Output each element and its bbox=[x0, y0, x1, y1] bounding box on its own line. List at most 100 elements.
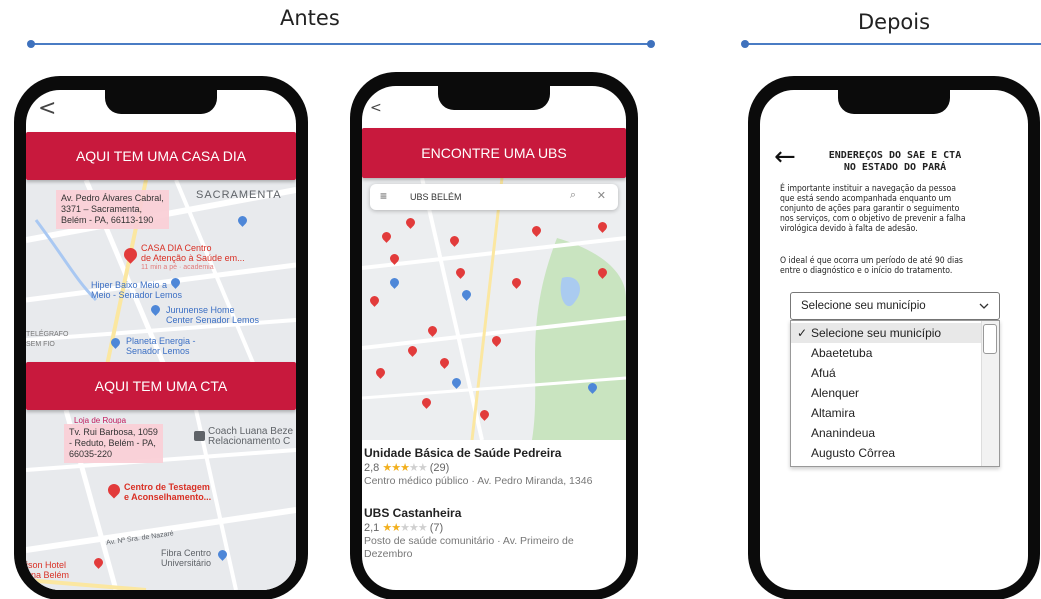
address-line: 3371 – Sacramenta, bbox=[61, 204, 143, 214]
place-label: Fibra Centro Universitário bbox=[161, 548, 211, 568]
page-title-line: ENDEREÇOS DO SAE E CTA bbox=[828, 150, 962, 161]
place-label: ison Hotel ana Belém bbox=[26, 560, 69, 580]
paragraph-line: entre o diagnóstico e o início do tratam… bbox=[780, 266, 953, 276]
place-label-line: Senador Lemos bbox=[126, 346, 190, 356]
dropdown-option[interactable]: Alenquer bbox=[791, 383, 981, 403]
address-callout: Av. Pedro Álvares Cabral, 3371 – Sacrame… bbox=[56, 190, 169, 229]
address-line: Belém - PA, 66113-190 bbox=[61, 215, 154, 225]
star-empty-icon: ★★ bbox=[408, 462, 428, 474]
paragraph-line: que está sendo acompanhada enquanto um bbox=[780, 194, 952, 204]
place-label: Centro de Testagem e Aconselhamento... bbox=[124, 482, 211, 502]
result-title[interactable]: Unidade Básica de Saúde Pedreira bbox=[364, 446, 561, 460]
place-label: Jurunense Home Center Senador Lemos bbox=[166, 305, 259, 325]
phone-notch bbox=[838, 90, 950, 114]
place-label-line: Planeta Energia - bbox=[126, 336, 196, 346]
municipality-select[interactable]: Selecione seu município bbox=[790, 292, 1000, 320]
banner-casa-dia: AQUI TEM UMA CASA DIA bbox=[26, 132, 296, 180]
place-sub-label: 11 min a pé · academia bbox=[141, 264, 214, 271]
dropdown-option[interactable]: Afuá bbox=[791, 363, 981, 383]
result-rating: 2,1 ★★★★★ (7) bbox=[364, 521, 443, 534]
place-label: CASA DIA Centro de Atenção à Saúde em...… bbox=[141, 243, 245, 273]
edge-label-line: SEM FIO bbox=[26, 341, 55, 348]
rating-count: (29) bbox=[429, 462, 450, 474]
timeline-after bbox=[745, 43, 1041, 45]
neighborhood-label: SACRAMENTA bbox=[196, 189, 282, 201]
search-bar[interactable]: ≡ UBS BELÉM ⌕ ✕ bbox=[370, 184, 618, 210]
address-line: - Reduto, Belém - PA, bbox=[69, 438, 156, 448]
rating-count: (7) bbox=[429, 522, 444, 534]
place-label-line: Jurunense Home bbox=[166, 305, 235, 315]
intro-paragraph: É importante instituir a navegação da pe… bbox=[780, 184, 1020, 234]
phone-notch bbox=[438, 86, 550, 110]
result-rating: 2,8 ★★★★★ (29) bbox=[364, 461, 449, 474]
phone-screen: ← ENDEREÇOS DO SAE E CTA NO ESTADO DO PA… bbox=[760, 90, 1028, 590]
chevron-down-icon bbox=[979, 303, 989, 309]
municipality-dropdown[interactable]: ✓ Selecione seu município Abaetetuba Afu… bbox=[790, 320, 1000, 467]
phone-casa-dia: < AQUI TEM UMA CASA DIA Av. Pedro Álvare… bbox=[14, 76, 308, 599]
address-line: 66035-220 bbox=[69, 449, 113, 459]
scrollbar-thumb[interactable] bbox=[983, 324, 997, 354]
place-label-line: ison Hotel bbox=[26, 560, 67, 570]
place-label-line: Meio - Senador Lemos bbox=[91, 290, 183, 300]
timeline-before bbox=[31, 43, 651, 45]
dropdown-option[interactable]: Altamira bbox=[791, 403, 981, 423]
place-label: Planeta Energia - Senador Lemos bbox=[126, 336, 196, 356]
result-description: Posto de saúde comunitário · Av. Primeir… bbox=[364, 535, 574, 560]
place-label-line: de Atenção à Saúde em... bbox=[141, 253, 245, 263]
result-title[interactable]: UBS Castanheira bbox=[364, 506, 461, 520]
timeline-dot bbox=[741, 40, 749, 48]
place-label-line: Centro de Testagem bbox=[124, 482, 210, 492]
phone-sae-cta: ← ENDEREÇOS DO SAE E CTA NO ESTADO DO PA… bbox=[748, 76, 1040, 599]
search-icon[interactable]: ⌕ bbox=[570, 189, 576, 202]
dropdown-option[interactable]: ✓ Selecione seu município bbox=[791, 323, 981, 343]
paragraph-line: virológica devido à falta de adesão. bbox=[780, 224, 918, 234]
banner-ubs: ENCONTRE UMA UBS bbox=[362, 128, 626, 178]
result-description: Centro médico público · Av. Pedro Mirand… bbox=[364, 475, 593, 487]
check-icon: ✓ bbox=[797, 326, 808, 340]
edge-label: TELÉGRAFO SEM FIO bbox=[26, 330, 68, 350]
menu-icon[interactable]: ≡ bbox=[380, 189, 387, 203]
place-label-line: ana Belém bbox=[26, 570, 70, 580]
phone-screen: < ENCONTRE UMA UBS ≡ UBS BELÉM ⌕ ✕ Unida… bbox=[362, 86, 626, 590]
map-ubs[interactable]: ≡ UBS BELÉM ⌕ ✕ bbox=[362, 178, 626, 440]
phone-screen: < AQUI TEM UMA CASA DIA Av. Pedro Álvare… bbox=[26, 90, 296, 590]
place-label-line: Fibra Centro bbox=[161, 548, 212, 558]
paragraph-line: É importante instituir a navegação da pe… bbox=[780, 184, 956, 194]
page-title: ENDEREÇOS DO SAE E CTA NO ESTADO DO PARÁ bbox=[810, 150, 980, 174]
dropdown-option[interactable]: Augusto Côrrea bbox=[791, 443, 981, 463]
paragraph-line: nos serviços, com o objetivo de prevenir… bbox=[780, 214, 966, 224]
dropdown-option[interactable]: Abaetetuba bbox=[791, 343, 981, 363]
place-label-line: Universitário bbox=[161, 558, 212, 568]
edge-label-line: TELÉGRAFO bbox=[26, 331, 69, 338]
search-input[interactable]: UBS BELÉM bbox=[410, 192, 462, 202]
phone-ubs: < ENCONTRE UMA UBS ≡ UBS BELÉM ⌕ ✕ Unida… bbox=[350, 72, 638, 599]
place-label-line: Center Senador Lemos bbox=[166, 315, 260, 325]
address-line: Av. Pedro Álvares Cabral, bbox=[61, 193, 164, 203]
place-label-line: e Aconselhamento... bbox=[124, 492, 212, 502]
close-icon[interactable]: ✕ bbox=[597, 189, 606, 202]
back-icon[interactable]: < bbox=[38, 96, 56, 121]
phone-notch bbox=[105, 90, 217, 114]
timeline-dot bbox=[647, 40, 655, 48]
star-empty-icon: ★★★ bbox=[400, 522, 428, 534]
back-icon[interactable]: < bbox=[370, 100, 382, 116]
map-roads bbox=[362, 178, 626, 440]
business-icon bbox=[194, 431, 205, 441]
map-cta[interactable]: Loja de Roupa Tv. Rui Barbosa, 1059 - Re… bbox=[26, 410, 296, 590]
option-label: Selecione seu município bbox=[811, 326, 942, 340]
page-title-line: NO ESTADO DO PARÁ bbox=[843, 162, 947, 173]
banner-cta: AQUI TEM UMA CTA bbox=[26, 362, 296, 410]
rating-value: 2,8 bbox=[364, 462, 380, 474]
section-title-after: Depois bbox=[858, 10, 931, 34]
dropdown-option[interactable]: Ananindeua bbox=[791, 423, 981, 443]
place-label-line: Hiper Baixo Meio a bbox=[91, 280, 168, 290]
place-label-line: Relacionamento C bbox=[208, 436, 291, 447]
dropdown-scrollbar[interactable] bbox=[981, 321, 999, 466]
section-title-before: Antes bbox=[280, 6, 340, 30]
place-label: Hiper Baixo Meio a Meio - Senador Lemos bbox=[91, 280, 182, 300]
address-callout: Tv. Rui Barbosa, 1059 - Reduto, Belém - … bbox=[64, 424, 163, 463]
map-casa-dia[interactable]: Av. Pedro Álvares Cabral, 3371 – Sacrame… bbox=[26, 180, 296, 370]
paragraph-line: O ideal é que ocorra um período de até 9… bbox=[780, 256, 963, 266]
paragraph-line: conjunto de ações para garantir o seguim… bbox=[780, 204, 960, 214]
back-arrow-icon[interactable]: ← bbox=[774, 142, 796, 172]
